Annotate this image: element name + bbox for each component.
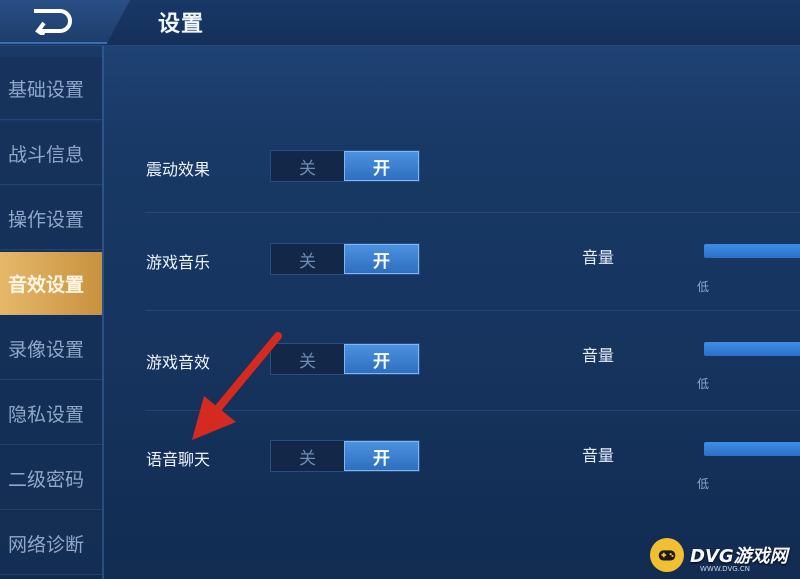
vibration-label: 震动效果 — [146, 160, 211, 179]
game-music-off-option[interactable]: 关 — [271, 244, 344, 274]
sidebar-item-label: 音效设置 — [8, 273, 85, 296]
game-music-volume-slider[interactable] — [704, 244, 800, 258]
sidebar-item-label: 二级密码 — [8, 468, 85, 491]
sidebar-item-controls[interactable]: 操作设置 — [0, 187, 102, 250]
sidebar-item-label: 网络诊断 — [8, 533, 85, 556]
page-title: 设置 — [158, 12, 205, 37]
sidebar-item-label: 录像设置 — [8, 338, 85, 361]
content-header — [104, 46, 800, 122]
row-divider — [145, 212, 800, 213]
vibration-on-option[interactable]: 开 — [344, 151, 419, 181]
game-sfx-volume-slider[interactable] — [704, 342, 800, 356]
game-music-toggle: 关 开 — [270, 243, 420, 275]
game-music-volume-label: 音量 — [582, 248, 615, 267]
red-arrow-icon — [192, 332, 282, 440]
voice-chat-volume-slider[interactable] — [704, 442, 800, 456]
game-music-low-label: 低 — [697, 280, 710, 294]
watermark-url: WWW.DVG.CN — [700, 565, 751, 573]
vibration-toggle: 关 开 — [270, 150, 420, 182]
sidebar-item-privacy[interactable]: 隐私设置 — [0, 382, 102, 445]
game-sfx-toggle: 关 开 — [270, 343, 420, 375]
sidebar-item-label: 操作设置 — [8, 208, 85, 231]
sidebar-item-label: 基础设置 — [8, 78, 85, 101]
sidebar-item-battle-info[interactable]: 战斗信息 — [0, 122, 102, 185]
game-sfx-on-option[interactable]: 开 — [344, 344, 419, 374]
voice-chat-toggle: 关 开 — [270, 440, 420, 472]
top-bar: 设置 — [0, 0, 800, 46]
voice-chat-volume-label: 音量 — [582, 446, 615, 465]
game-sfx-low-label: 低 — [697, 377, 710, 391]
sidebar-item-label: 战斗信息 — [8, 143, 85, 166]
settings-screen: 设置 基础设置 战斗信息 操作设置 音效设置 录像设置 隐私设置 二级密码 网络… — [0, 0, 800, 579]
row-divider — [145, 310, 800, 311]
content-panel — [104, 46, 800, 579]
vibration-off-option[interactable]: 关 — [271, 151, 344, 181]
sidebar-item-label: 隐私设置 — [8, 403, 85, 426]
back-arrow-icon — [34, 9, 72, 35]
game-music-label: 游戏音乐 — [146, 253, 211, 272]
game-music-on-option[interactable]: 开 — [344, 244, 419, 274]
sidebar-item-sound[interactable]: 音效设置 — [0, 252, 102, 315]
back-button[interactable] — [0, 0, 130, 44]
sidebar-item-secondary-password[interactable]: 二级密码 — [0, 447, 102, 510]
sidebar-item-replay[interactable]: 录像设置 — [0, 317, 102, 380]
voice-chat-low-label: 低 — [697, 477, 710, 491]
game-sfx-volume-label: 音量 — [582, 346, 615, 365]
sidebar: 基础设置 战斗信息 操作设置 音效设置 录像设置 隐私设置 二级密码 网络诊断 — [0, 57, 102, 579]
sidebar-item-network[interactable]: 网络诊断 — [0, 512, 102, 575]
sidebar-item-basic[interactable]: 基础设置 — [0, 57, 102, 120]
gamepad-logo-icon — [650, 538, 684, 572]
voice-chat-on-option[interactable]: 开 — [344, 441, 419, 471]
